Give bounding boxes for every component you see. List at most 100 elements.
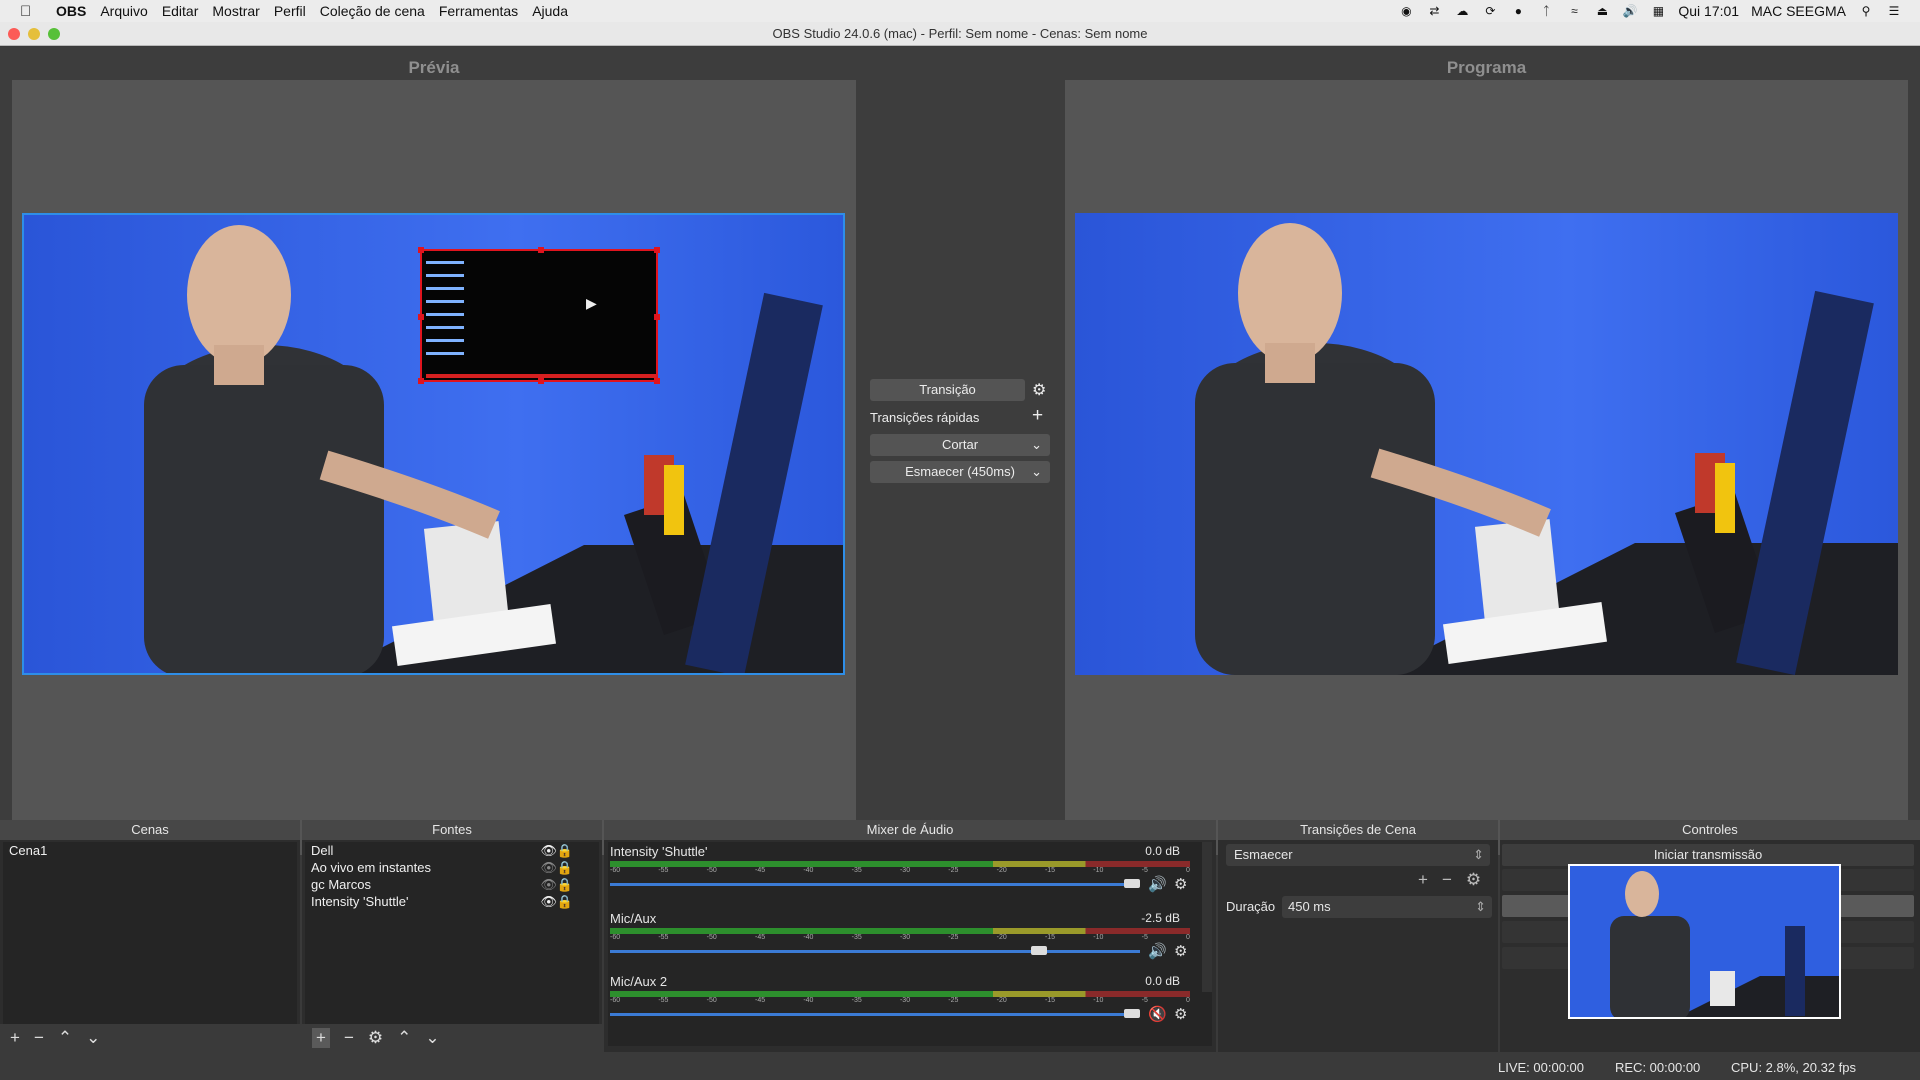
channel-gear-icon[interactable]: ⚙ [1174, 1005, 1187, 1023]
wifi-icon[interactable]: ≈ [1566, 4, 1582, 18]
preview-panel[interactable]: ▶ [12, 80, 856, 855]
volume-slider-knob[interactable] [1031, 946, 1047, 955]
stepper-icon[interactable]: ⇕ [1475, 896, 1486, 918]
volume-slider-knob[interactable] [1124, 1009, 1140, 1018]
resize-handle[interactable] [654, 378, 660, 384]
source-item[interactable]: Intensity 'Shuttle' 👁 🔒 [305, 893, 599, 910]
transition-select[interactable]: Esmaecer ⇕ [1226, 844, 1490, 866]
selected-source-dell[interactable]: ▶ [418, 247, 660, 384]
lock-icon[interactable]: 🔒 [557, 842, 573, 859]
eject-icon[interactable]: ⏏ [1594, 4, 1610, 18]
menu-perfil[interactable]: Perfil [274, 3, 306, 19]
fade-button[interactable]: Esmaecer (450ms) ⌄ [870, 461, 1050, 483]
add-scene-icon[interactable]: + [10, 1028, 20, 1048]
eye-hidden-icon[interactable]: 👁 [540, 876, 557, 893]
menu-ferramentas[interactable]: Ferramentas [439, 3, 518, 19]
lock-icon[interactable]: 🔒 [557, 859, 573, 876]
move-up-icon[interactable]: ⌃ [397, 1028, 411, 1048]
move-down-icon[interactable]: ⌄ [425, 1028, 439, 1048]
source-settings-gear-icon[interactable]: ⚙ [368, 1028, 383, 1048]
calendar-icon[interactable]: ▦ [1650, 4, 1666, 18]
transition-button[interactable]: Transição [870, 379, 1025, 401]
apple-icon[interactable]:  [20, 3, 40, 20]
scenes-header: Cenas [0, 820, 300, 840]
resize-handle[interactable] [418, 247, 424, 253]
bluetooth-icon[interactable]: ᛏ [1538, 4, 1554, 18]
speaker-icon[interactable]: 🔊 [1148, 875, 1167, 893]
volume-slider[interactable] [610, 1013, 1140, 1016]
source-item[interactable]: Ao vivo em instantes 👁 🔒 [305, 859, 599, 876]
eye-hidden-icon[interactable]: 👁 [540, 859, 557, 876]
program-panel [1065, 80, 1908, 855]
volume-slider[interactable] [610, 883, 1140, 886]
mixer-scrollbar[interactable] [1202, 842, 1212, 992]
source-label: Intensity 'Shuttle' [311, 894, 409, 909]
menu-mostrar[interactable]: Mostrar [212, 3, 259, 19]
move-up-icon[interactable]: ⌃ [58, 1028, 72, 1048]
cloud-icon[interactable]: ☁ [1454, 4, 1470, 18]
menu-colecao[interactable]: Coleção de cena [320, 3, 425, 19]
resize-handle[interactable] [654, 314, 660, 320]
zoom-window-button[interactable] [48, 28, 60, 40]
meter-tick-label: -25 [948, 997, 959, 1004]
channel-gear-icon[interactable]: ⚙ [1174, 942, 1187, 960]
move-down-icon[interactable]: ⌄ [86, 1028, 100, 1048]
meter-tick-label: -20 [996, 867, 1007, 874]
scene-item[interactable]: Cena1 [3, 842, 297, 859]
lock-icon[interactable]: 🔒 [557, 893, 573, 910]
add-source-icon[interactable]: + [312, 1028, 330, 1048]
minimize-window-button[interactable] [28, 28, 40, 40]
sync-icon[interactable]: ⟳ [1482, 4, 1498, 18]
menu-arquivo[interactable]: Arquivo [100, 3, 147, 19]
resize-handle[interactable] [538, 378, 544, 384]
muted-speaker-icon[interactable]: 🔇 [1148, 1005, 1167, 1023]
volume-slider-knob[interactable] [1124, 879, 1140, 888]
meter-tick-label: -15 [1044, 997, 1056, 1004]
resize-handle[interactable] [418, 314, 424, 320]
eye-icon[interactable]: 👁 [540, 893, 557, 910]
resize-handle[interactable] [418, 378, 424, 384]
volume-icon[interactable]: 🔊 [1622, 4, 1638, 18]
lock-icon[interactable]: 🔒 [557, 876, 573, 893]
circle-icon[interactable]: ● [1510, 4, 1526, 18]
menu-ajuda[interactable]: Ajuda [532, 3, 568, 19]
notification-center-icon[interactable]: ☰ [1886, 4, 1902, 18]
obs-tray-icon[interactable]: ◉ [1398, 4, 1414, 18]
menu-app[interactable]: OBS [56, 3, 86, 19]
sources-list[interactable]: Dell 👁 🔒 Ao vivo em instantes 👁 🔒 gc Marcos 👁… [305, 842, 599, 1024]
user-name[interactable]: MAC SEEGMA [1751, 3, 1846, 19]
meter-tick-label: -55 [658, 867, 669, 874]
remove-scene-icon[interactable]: − [34, 1028, 44, 1048]
remove-transition-icon[interactable]: − [1442, 870, 1452, 890]
speaker-icon[interactable]: 🔊 [1148, 942, 1167, 960]
preview-video[interactable]: ▶ [22, 213, 845, 675]
add-quick-transition-icon[interactable]: + [1032, 405, 1043, 427]
resize-handle[interactable] [654, 247, 660, 253]
source-item[interactable]: gc Marcos 👁 🔒 [305, 876, 599, 893]
meter-ticks: -60 -55 -50 -45 -40 -35 -30 -25 -20 -15 -10 -5 0 [610, 867, 1190, 876]
resize-handle[interactable] [538, 247, 544, 253]
meter-tick-label: -40 [803, 997, 814, 1004]
duration-value: 450 ms [1288, 899, 1331, 914]
eye-icon[interactable]: 👁 [540, 842, 557, 859]
channel-gear-icon[interactable]: ⚙ [1174, 875, 1187, 893]
cut-button[interactable]: Cortar ⌄ [870, 434, 1050, 456]
add-transition-icon[interactable]: + [1418, 870, 1428, 890]
spotlight-icon[interactable]: ⚲ [1858, 4, 1874, 18]
channel-name: Mic/Aux [610, 911, 657, 926]
controls-dock: Controles Iniciar transmissão [1500, 820, 1920, 1052]
scenes-list[interactable]: Cena1 [3, 842, 297, 1024]
transition-gear-icon[interactable]: ⚙ [1466, 870, 1481, 890]
source-item[interactable]: Dell 👁 🔒 [305, 842, 599, 859]
volume-slider[interactable] [610, 950, 1140, 953]
meter-tick-label: -10 [1093, 934, 1104, 941]
teamviewer-icon[interactable]: ⇄ [1426, 4, 1442, 18]
duration-input[interactable]: 450 ms ⇕ [1282, 896, 1492, 918]
meter-tick-label: -25 [948, 934, 959, 941]
menu-editar[interactable]: Editar [162, 3, 199, 19]
close-window-button[interactable] [8, 28, 20, 40]
clock[interactable]: Qui 17:01 [1678, 3, 1739, 19]
transition-gear-icon[interactable]: ⚙ [1032, 380, 1046, 400]
start-stream-button[interactable]: Iniciar transmissão [1502, 844, 1914, 866]
remove-source-icon[interactable]: − [344, 1028, 354, 1048]
